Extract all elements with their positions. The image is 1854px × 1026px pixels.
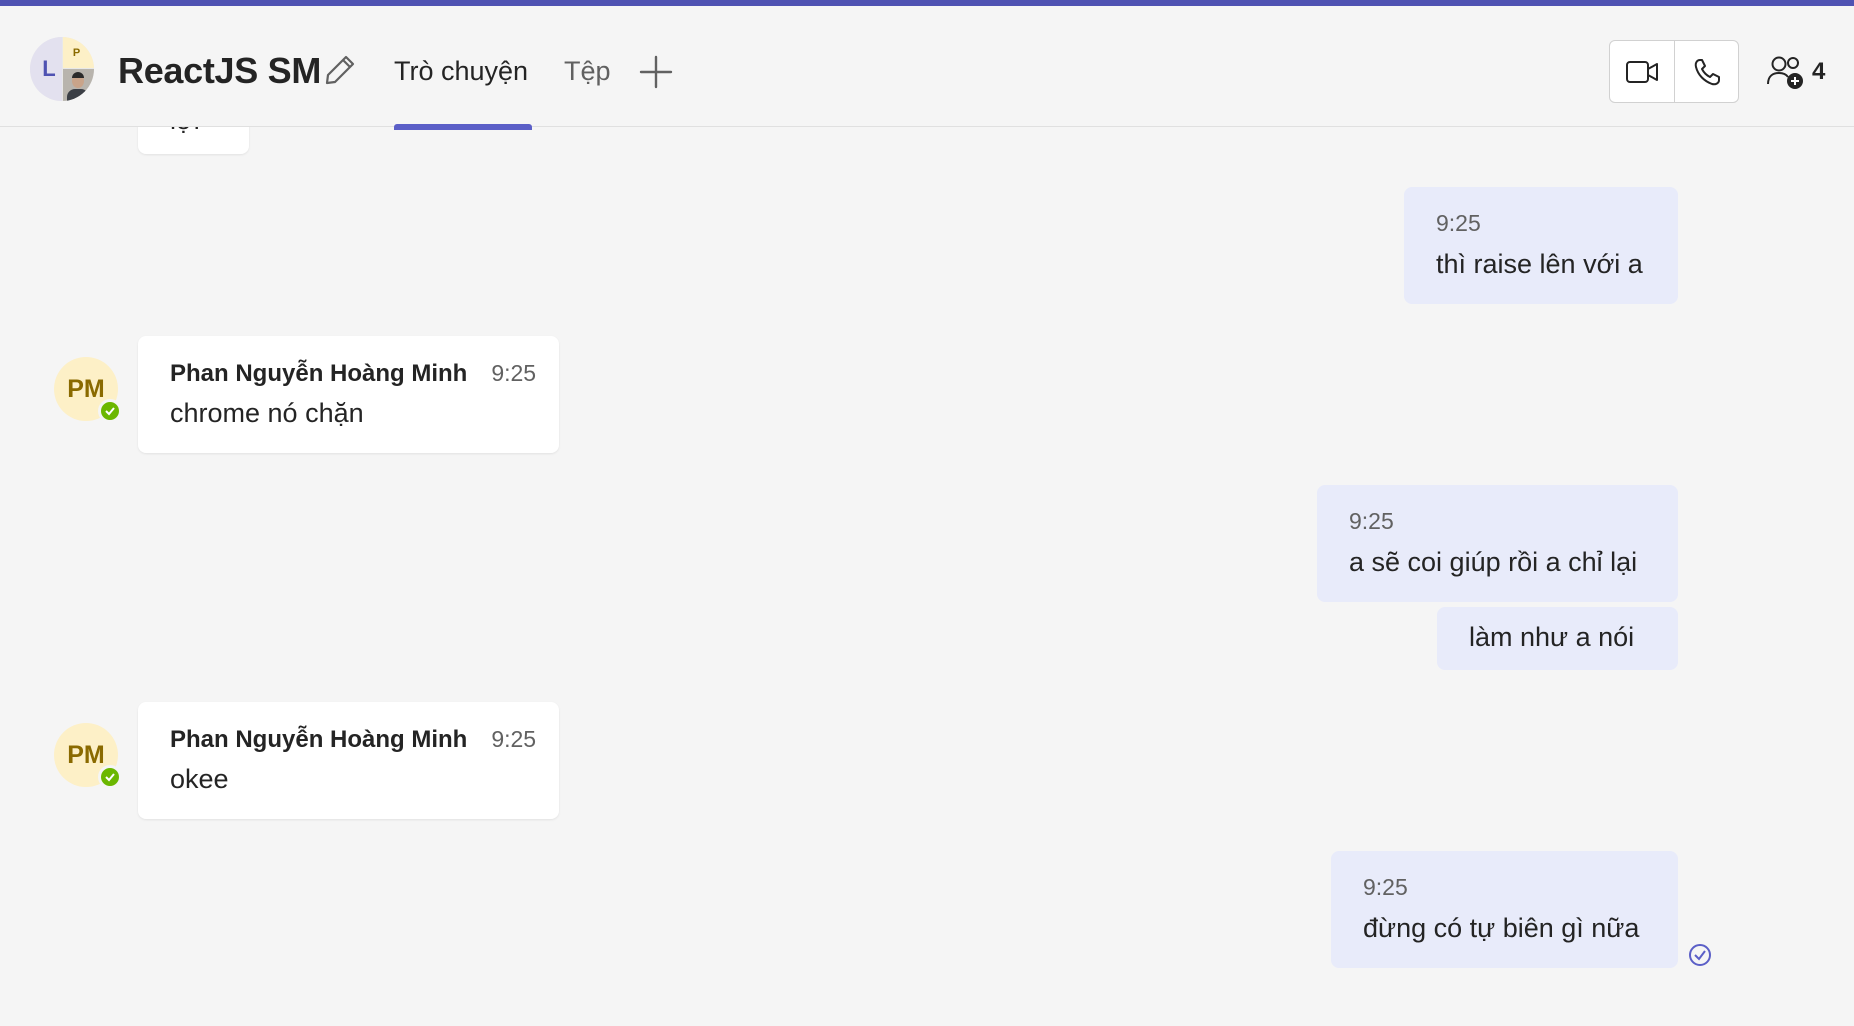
- message-outgoing[interactable]: 9:25 a sẽ coi giúp rồi a chỉ lại: [1317, 485, 1678, 602]
- audio-call-button[interactable]: [1674, 41, 1738, 102]
- message-text: okee: [170, 764, 229, 794]
- message-text: chrome nó chặn: [170, 398, 364, 428]
- audio-call-icon: [1694, 58, 1720, 85]
- message-incoming[interactable]: lợi: [138, 127, 249, 154]
- message-time: 9:25: [491, 726, 537, 752]
- message-text: thì raise lên với a: [1436, 249, 1643, 279]
- group-avatar-initial-left: L: [30, 37, 62, 101]
- participants-button[interactable]: 4: [1766, 50, 1825, 94]
- avatar-initials: PM: [67, 374, 105, 403]
- video-call-button[interactable]: [1610, 41, 1674, 102]
- message-outgoing[interactable]: 9:25 đừng có tự biên gì nữa: [1331, 851, 1678, 968]
- add-tab-icon[interactable]: [638, 54, 674, 90]
- message-list[interactable]: lợi 9:25 thì raise lên với a PM Phan Ngu…: [0, 127, 1854, 1026]
- avatar[interactable]: PM: [54, 357, 122, 423]
- message-time: 9:25: [1363, 874, 1408, 900]
- chat-title: ReactJS SM: [118, 50, 322, 91]
- tab-files[interactable]: Tệp: [564, 56, 611, 87]
- message-outgoing[interactable]: làm như a nói: [1437, 607, 1678, 670]
- presence-available-icon: [98, 765, 122, 789]
- chat-header: L P ReactJS SM Trò chuyện Tệp 4: [0, 6, 1854, 130]
- video-call-icon: [1626, 60, 1658, 83]
- message-incoming[interactable]: Phan Nguyễn Hoàng Minh 9:25 chrome nó ch…: [138, 336, 559, 453]
- avatar-initials: PM: [67, 740, 105, 769]
- message-author: Phan Nguyễn Hoàng Minh: [170, 360, 468, 387]
- avatar[interactable]: PM: [54, 723, 122, 789]
- message-time: 9:25: [491, 360, 537, 386]
- group-avatar-photo: [63, 69, 94, 101]
- presence-available-icon: [98, 399, 122, 423]
- message-sent-icon: [1689, 944, 1711, 966]
- message-time: 9:25: [1349, 508, 1394, 534]
- message-text: lợi: [170, 127, 200, 136]
- message-author: Phan Nguyễn Hoàng Minh: [170, 726, 468, 753]
- call-button-group: [1609, 40, 1739, 103]
- tab-chat[interactable]: Trò chuyện: [394, 56, 528, 87]
- group-avatar-initial-top-right: P: [63, 37, 94, 68]
- message-text: làm như a nói: [1469, 622, 1635, 652]
- message-text: đừng có tự biên gì nữa: [1363, 913, 1640, 943]
- message-outgoing[interactable]: 9:25 thì raise lên với a: [1404, 187, 1678, 304]
- message-incoming[interactable]: Phan Nguyễn Hoàng Minh 9:25 okee: [138, 702, 559, 819]
- message-time: 9:25: [1436, 210, 1481, 236]
- group-avatar[interactable]: L P: [30, 37, 94, 101]
- edit-icon[interactable]: [322, 52, 358, 88]
- add-people-icon: [1767, 56, 1803, 89]
- message-text: a sẽ coi giúp rồi a chỉ lại: [1349, 547, 1638, 577]
- participant-count: 4: [1812, 58, 1826, 85]
